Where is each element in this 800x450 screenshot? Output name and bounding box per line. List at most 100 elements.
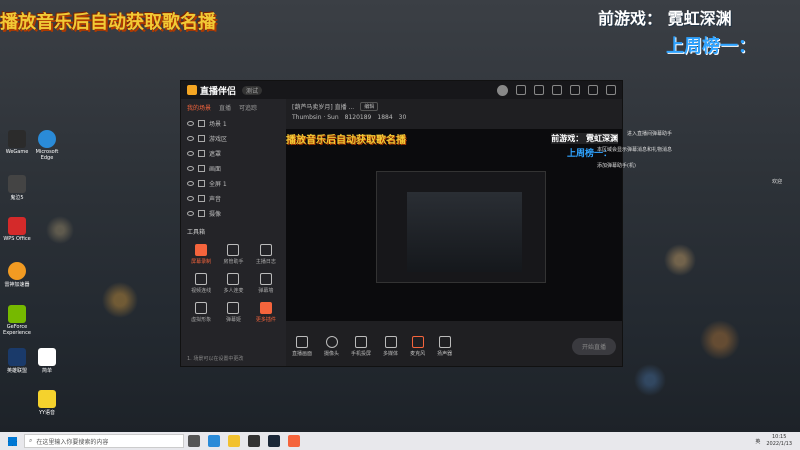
icon-label: YY语音 bbox=[38, 410, 56, 416]
lock-icon[interactable] bbox=[198, 210, 205, 217]
lock-icon[interactable] bbox=[198, 165, 205, 172]
play-icon bbox=[384, 335, 397, 348]
steam-icon[interactable] bbox=[268, 435, 280, 447]
explorer-icon[interactable] bbox=[228, 435, 240, 447]
tool-avatar[interactable]: 虚拟形象 bbox=[187, 302, 215, 323]
ctrl-mic[interactable]: 麦克风 bbox=[410, 335, 426, 357]
minimize-icon[interactable] bbox=[570, 85, 580, 95]
lock-icon[interactable] bbox=[198, 180, 205, 187]
task-view-icon[interactable] bbox=[188, 435, 200, 447]
taskbar: ⌕ 在这里输入你要搜索的内容 英 10:15 2022/1/13 bbox=[0, 432, 800, 450]
scene-row[interactable]: 画面 bbox=[181, 161, 286, 176]
ctrl-label: 手机投屏 bbox=[351, 350, 372, 357]
version-badge[interactable]: 测试 bbox=[242, 85, 263, 95]
overlay-title-left: 播放音乐后自动获取歌名播 bbox=[0, 12, 216, 33]
eye-icon[interactable] bbox=[187, 151, 194, 156]
message-icon[interactable] bbox=[516, 85, 526, 95]
eye-icon[interactable] bbox=[187, 211, 194, 216]
lock-icon[interactable] bbox=[198, 135, 205, 142]
room-meta: 30 bbox=[398, 114, 407, 121]
plugin-icon bbox=[259, 302, 272, 314]
scene-label: 场景 1 bbox=[209, 121, 227, 128]
eye-icon[interactable] bbox=[187, 196, 194, 201]
wegame-icon bbox=[8, 130, 26, 148]
desktop-icon-geforce[interactable]: GeForce Experience bbox=[2, 305, 32, 336]
scene-row[interactable]: 场景 1 bbox=[181, 116, 286, 131]
tool-screen-record[interactable]: 屏幕录制 bbox=[187, 244, 215, 265]
tab-live[interactable]: 直播 bbox=[219, 103, 231, 112]
titlebar-icons bbox=[497, 84, 616, 96]
tool-danmaku-bot[interactable]: 弹幕姬 bbox=[219, 302, 247, 323]
scene-row[interactable]: 摄像 bbox=[181, 206, 286, 221]
eye-icon[interactable] bbox=[187, 121, 194, 126]
ctrl-live-screen[interactable]: 直播画面 bbox=[292, 335, 312, 357]
tool-room-manager[interactable]: 房管助手 bbox=[219, 244, 247, 265]
tool-more-plugins[interactable]: 更多插件 bbox=[252, 302, 280, 323]
user-icon bbox=[227, 244, 240, 256]
scene-row[interactable]: 声音 bbox=[181, 191, 286, 206]
app-name: 直播伴侣 bbox=[200, 86, 237, 97]
store-icon[interactable] bbox=[248, 435, 260, 447]
lock-icon[interactable] bbox=[198, 195, 205, 202]
scene-row[interactable]: 游戏区 bbox=[181, 131, 286, 146]
start-live-button[interactable]: 开始直播 bbox=[571, 337, 616, 355]
desktop-icon-edge[interactable]: Microsoft Edge bbox=[32, 130, 62, 161]
edit-button[interactable]: 编辑 bbox=[360, 102, 379, 111]
eye-icon[interactable] bbox=[187, 136, 194, 141]
yy-icon bbox=[38, 390, 56, 408]
desktop-icon-wps[interactable]: WPS Office bbox=[2, 217, 32, 242]
lock-icon[interactable] bbox=[198, 120, 205, 127]
room-info: [葫芦马卖岁月] 直播 ... 编辑 Thumbsin · Sun 812018… bbox=[286, 99, 622, 133]
start-button[interactable] bbox=[0, 432, 24, 450]
icon-label: GeForce Experience bbox=[3, 324, 31, 336]
ctrl-phone-cast[interactable]: 手机投屏 bbox=[351, 335, 372, 357]
tool-video-link[interactable]: 视频连线 bbox=[187, 273, 215, 294]
desktop-icon-yy[interactable]: YY语音 bbox=[32, 390, 62, 416]
desktop-icon-accelerator[interactable]: 雷神加速器 bbox=[2, 262, 32, 288]
tool-anchor-log[interactable]: 主播日志 bbox=[252, 244, 280, 265]
clock[interactable]: 10:15 2022/1/13 bbox=[766, 434, 792, 448]
avatar-icon bbox=[195, 302, 208, 314]
danmaku-panel: 进入直播间弹幕助手 本区域会显示弹幕消息和礼物消息 添加弹幕助手(机) 欢迎 bbox=[587, 130, 800, 194]
close-icon[interactable] bbox=[606, 85, 616, 95]
icon-label: 雷神加速器 bbox=[4, 282, 30, 288]
scene-label: 全屏 1 bbox=[209, 181, 227, 188]
desktop-icon-wegame[interactable]: WeGame bbox=[2, 130, 32, 155]
gift-icon[interactable] bbox=[534, 85, 544, 95]
desktop-icon-game[interactable]: 鬼泣5 bbox=[2, 175, 32, 201]
edge-icon[interactable] bbox=[208, 435, 220, 447]
tool-multi-mic[interactable]: 多人连麦 bbox=[219, 273, 247, 294]
live-companion-icon[interactable] bbox=[288, 435, 300, 447]
tab-my-scenes[interactable]: 我的场景 bbox=[187, 103, 211, 112]
maximize-icon[interactable] bbox=[588, 85, 598, 95]
left-panel: 我的场景 直播 可追踪 场景 1 游戏区 遮罩 画面 全屏 1 声音 摄像 工具… bbox=[181, 99, 286, 366]
search-placeholder: 在这里输入你要搜索的内容 bbox=[36, 438, 109, 446]
eye-icon[interactable] bbox=[187, 166, 194, 171]
tool-danmaku-wall[interactable]: 弹幕墙 bbox=[252, 273, 280, 294]
ctrl-speaker[interactable]: 扬声器 bbox=[437, 335, 452, 357]
download-icon bbox=[227, 273, 240, 285]
scene-row[interactable]: 遮罩 bbox=[181, 146, 286, 161]
tab-trackable[interactable]: 可追踪 bbox=[239, 103, 257, 112]
taskbar-search[interactable]: ⌕ 在这里输入你要搜索的内容 bbox=[24, 434, 184, 448]
menu-icon[interactable] bbox=[552, 85, 562, 95]
scene-row[interactable]: 全屏 1 bbox=[181, 176, 286, 191]
ctrl-media[interactable]: 多媒体 bbox=[383, 335, 398, 357]
app-titlebar: 直播伴侣 测试 bbox=[181, 81, 622, 99]
ctrl-label: 麦克风 bbox=[410, 350, 426, 357]
eye-icon[interactable] bbox=[187, 181, 194, 186]
avatar[interactable] bbox=[497, 84, 508, 96]
lang-indicator[interactable]: 英 bbox=[755, 438, 760, 445]
ctrl-camera[interactable]: 摄像头 bbox=[324, 335, 340, 357]
lock-icon[interactable] bbox=[198, 150, 205, 157]
desktop-icon-doc[interactable]: 简单 bbox=[32, 348, 62, 374]
status-tip: 1. 场景可以在设置中更改 bbox=[187, 356, 244, 362]
camera-icon bbox=[325, 335, 338, 348]
lol-icon bbox=[8, 348, 26, 366]
icon-label: Microsoft Edge bbox=[35, 149, 59, 161]
live-preview[interactable]: 播放音乐后自动获取歌名播 前游戏： 霓虹深渊 上周榜一： bbox=[286, 129, 622, 321]
ctrl-label: 摄像头 bbox=[324, 350, 340, 357]
desktop-icon-lol[interactable]: 英雄联盟 bbox=[2, 348, 32, 374]
panel-line[interactable]: 添加弹幕助手(机) bbox=[597, 162, 800, 169]
icon-label: 英雄联盟 bbox=[6, 368, 27, 374]
